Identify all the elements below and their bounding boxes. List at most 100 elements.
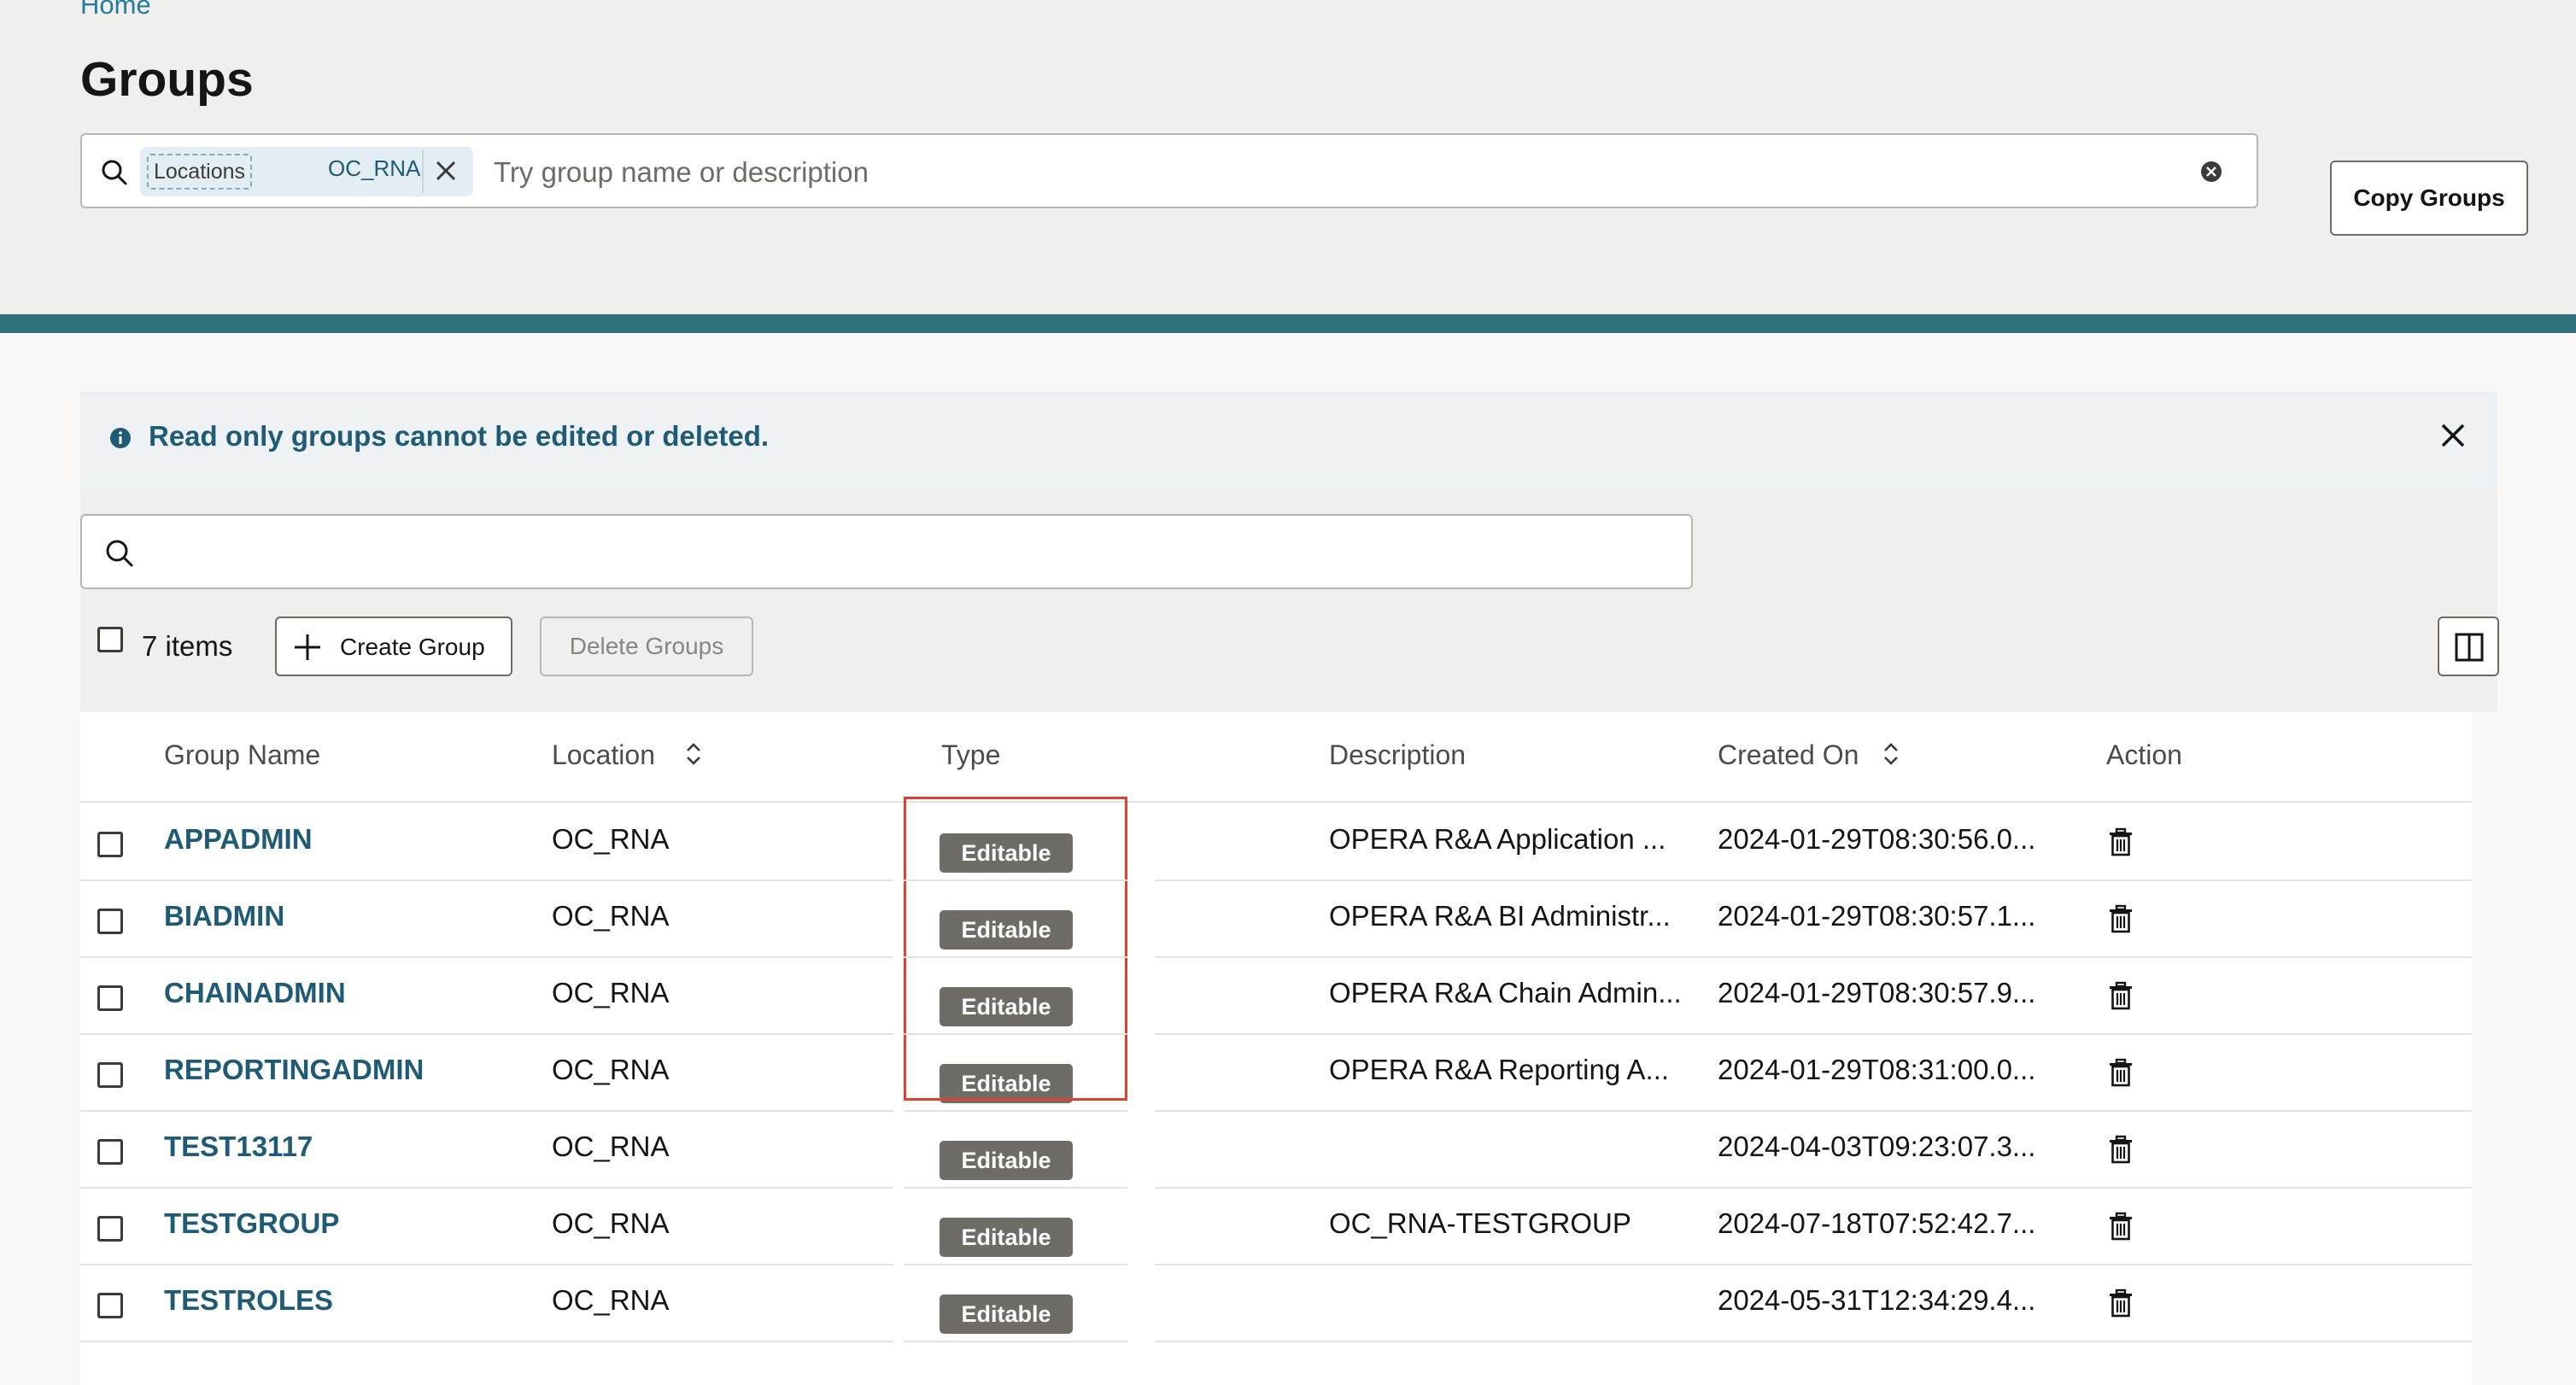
row-divider bbox=[904, 1033, 1127, 1035]
row-location: OC_RNA bbox=[552, 900, 670, 932]
group-name-link[interactable]: APPADMIN bbox=[164, 823, 313, 856]
row-divider bbox=[80, 1341, 893, 1342]
column-layout-button[interactable] bbox=[2438, 617, 2499, 676]
row-divider bbox=[80, 1264, 893, 1265]
column-header-group-name[interactable]: Group Name bbox=[164, 739, 320, 771]
table-row: TESTGROUP OC_RNA Editable OC_RNA-TESTGROUP 2… bbox=[0, 1187, 2576, 1264]
row-divider bbox=[1155, 880, 2472, 881]
filter-chip-key: Locations bbox=[147, 154, 253, 190]
column-header-description[interactable]: Description bbox=[1329, 739, 1466, 771]
clear-circle-icon[interactable] bbox=[2197, 157, 2226, 186]
row-divider bbox=[80, 1033, 893, 1035]
group-search-input[interactable] bbox=[492, 147, 2204, 198]
delete-groups-button[interactable]: Delete Groups bbox=[540, 617, 753, 676]
trash-icon[interactable] bbox=[2106, 1211, 2135, 1243]
row-divider bbox=[904, 1264, 1127, 1265]
column-header-location[interactable]: Location bbox=[552, 739, 655, 771]
search-icon bbox=[102, 160, 127, 185]
row-divider bbox=[1155, 1033, 2472, 1035]
trash-icon[interactable] bbox=[2106, 1288, 2135, 1320]
group-name-link[interactable]: CHAINADMIN bbox=[164, 977, 346, 1009]
plus-icon bbox=[295, 634, 320, 660]
table-search-bar[interactable] bbox=[80, 514, 1693, 589]
type-badge: Editable bbox=[940, 1141, 1073, 1180]
row-divider bbox=[1155, 1187, 2472, 1189]
row-location: OC_RNA bbox=[552, 977, 670, 1008]
row-location: OC_RNA bbox=[552, 1284, 670, 1316]
group-name-link[interactable]: REPORTINGADMIN bbox=[164, 1054, 424, 1086]
info-icon bbox=[110, 428, 131, 448]
page-title: Groups bbox=[80, 52, 254, 107]
row-divider bbox=[904, 956, 1127, 958]
group-name-link[interactable]: TEST13117 bbox=[164, 1131, 313, 1163]
close-icon[interactable] bbox=[2433, 415, 2474, 456]
column-layout-icon bbox=[2455, 633, 2484, 662]
location-filter-chip[interactable]: Locations OC_RNA bbox=[140, 147, 473, 196]
trash-icon[interactable] bbox=[2106, 980, 2135, 1013]
row-created-on: 2024-07-18T07:52:42.7... bbox=[1718, 1207, 2036, 1239]
column-header-action: Action bbox=[2106, 739, 2182, 770]
sort-icon[interactable] bbox=[1881, 741, 1901, 767]
breadcrumb-home[interactable]: Home bbox=[80, 0, 151, 20]
row-checkbox[interactable] bbox=[97, 1216, 123, 1242]
row-checkbox[interactable] bbox=[97, 832, 123, 857]
info-banner: Read only groups cannot be edited or del… bbox=[80, 391, 2497, 487]
search-icon bbox=[106, 540, 133, 567]
filter-chip-value: OC_RNA bbox=[328, 155, 421, 181]
column-header-created-on[interactable]: Created On bbox=[1718, 739, 1859, 771]
group-name-link[interactable]: TESTROLES bbox=[164, 1284, 333, 1317]
trash-icon[interactable] bbox=[2106, 903, 2135, 936]
column-header-type[interactable]: Type bbox=[941, 739, 1000, 771]
trash-icon[interactable] bbox=[2106, 1134, 2135, 1166]
row-created-on: 2024-04-03T09:23:07.3... bbox=[1718, 1131, 2036, 1162]
close-icon[interactable] bbox=[422, 150, 466, 193]
trash-icon[interactable] bbox=[2106, 1057, 2135, 1090]
row-checkbox[interactable] bbox=[97, 909, 123, 934]
row-description: OC_RNA-TESTGROUP bbox=[1329, 1207, 1631, 1239]
row-divider bbox=[1155, 956, 2472, 958]
row-divider bbox=[904, 1187, 1127, 1189]
banner-message: Read only groups cannot be edited or del… bbox=[149, 420, 770, 452]
header-divider-band bbox=[0, 314, 2576, 333]
row-divider bbox=[1155, 1110, 2472, 1112]
group-search-bar[interactable]: Locations OC_RNA bbox=[80, 133, 2258, 208]
group-name-link[interactable]: TESTGROUP bbox=[164, 1207, 339, 1240]
items-count: 7 items bbox=[142, 630, 233, 662]
row-divider bbox=[80, 956, 893, 958]
sort-icon[interactable] bbox=[683, 741, 704, 767]
row-description: OPERA R&A Application ... bbox=[1329, 823, 1666, 855]
row-checkbox[interactable] bbox=[97, 1139, 123, 1165]
row-location: OC_RNA bbox=[552, 1054, 670, 1085]
row-divider bbox=[80, 880, 893, 881]
type-column-highlight-box bbox=[904, 797, 1127, 1101]
table-search-input[interactable] bbox=[155, 528, 1679, 579]
row-checkbox[interactable] bbox=[97, 985, 123, 1011]
row-created-on: 2024-01-29T08:30:56.0... bbox=[1718, 823, 2036, 855]
row-created-on: 2024-05-31T12:34:29.4... bbox=[1718, 1284, 2036, 1316]
row-divider bbox=[1155, 1341, 2472, 1342]
table-row: BIADMIN OC_RNA Editable OPERA R&A BI Admini… bbox=[0, 880, 2576, 956]
row-checkbox[interactable] bbox=[97, 1293, 123, 1318]
row-location: OC_RNA bbox=[552, 1207, 670, 1239]
table-row: TEST13117 OC_RNA Editable 2024-04-03T09:23:… bbox=[0, 1110, 2576, 1187]
type-badge: Editable bbox=[940, 1294, 1073, 1334]
row-divider bbox=[80, 1110, 893, 1112]
row-description: OPERA R&A Chain Admin... bbox=[1329, 977, 1682, 1008]
row-created-on: 2024-01-29T08:30:57.1... bbox=[1718, 900, 2036, 932]
type-badge: Editable bbox=[940, 1218, 1073, 1257]
group-name-link[interactable]: BIADMIN bbox=[164, 900, 284, 932]
table-row: REPORTINGADMIN OC_RNA Editable OPERA R&A Re… bbox=[0, 1033, 2576, 1110]
row-divider bbox=[904, 1110, 1127, 1112]
select-all-checkbox[interactable] bbox=[97, 627, 123, 652]
table-row: TESTROLES OC_RNA Editable 2024-05-31T12:34:… bbox=[0, 1264, 2576, 1341]
create-group-button[interactable]: Create Group bbox=[275, 617, 512, 676]
row-description: OPERA R&A BI Administr... bbox=[1329, 900, 1671, 932]
row-location: OC_RNA bbox=[552, 1131, 670, 1162]
copy-groups-button[interactable]: Copy Groups bbox=[2330, 161, 2528, 236]
trash-icon[interactable] bbox=[2106, 827, 2135, 859]
row-divider bbox=[80, 1187, 893, 1189]
row-created-on: 2024-01-29T08:31:00.0... bbox=[1718, 1054, 2036, 1085]
row-divider bbox=[904, 880, 1127, 881]
row-divider bbox=[904, 1341, 1127, 1342]
row-checkbox[interactable] bbox=[97, 1062, 123, 1088]
